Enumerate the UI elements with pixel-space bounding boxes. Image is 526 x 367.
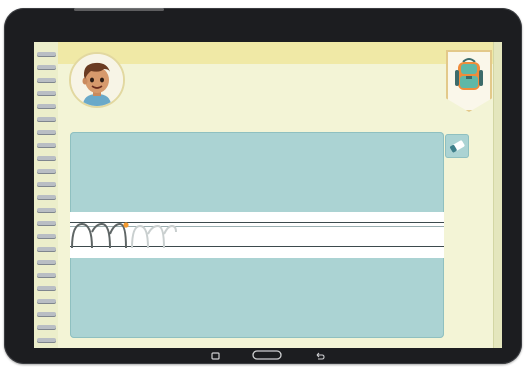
spiral-ring <box>37 221 56 225</box>
eraser-icon <box>449 140 465 153</box>
spiral-ring <box>37 169 56 173</box>
spiral-ring <box>37 234 56 238</box>
spiral-ring <box>37 143 56 147</box>
spiral-ring <box>37 247 56 251</box>
ghost-letter <box>163 224 177 235</box>
spiral-ring <box>37 65 56 69</box>
spiral-ring <box>37 104 56 108</box>
spiral-ring <box>37 195 56 199</box>
spiral-ring <box>37 338 56 342</box>
spiral-ring <box>37 312 56 316</box>
spiral-ring <box>37 273 56 277</box>
spiral-ring <box>37 325 56 329</box>
spiral-ring <box>37 260 56 264</box>
spiral-ring <box>37 182 56 186</box>
spiral-ring <box>37 52 56 56</box>
traced-letter <box>71 222 111 249</box>
spiral-ring <box>37 208 56 212</box>
back-icon[interactable] <box>315 351 325 361</box>
writing-line[interactable] <box>70 212 444 258</box>
start-dot <box>123 222 129 228</box>
spiral-binding <box>34 42 58 348</box>
app-screen <box>34 42 502 348</box>
ghost-letter <box>131 224 165 249</box>
writing-panel <box>70 132 444 338</box>
spiral-ring <box>37 78 56 82</box>
eraser-button[interactable] <box>445 134 469 158</box>
backpack-badge[interactable] <box>446 50 492 112</box>
boy-avatar-icon <box>71 54 123 106</box>
spiral-ring <box>37 299 56 303</box>
tracing-letters <box>71 222 177 249</box>
recent-apps-icon[interactable] <box>211 351 220 361</box>
spiral-ring <box>37 91 56 95</box>
traced-letter <box>109 222 127 249</box>
spiral-ring <box>37 130 56 134</box>
backpack-icon <box>455 58 483 90</box>
spiral-ring <box>37 156 56 160</box>
spiral-ring <box>37 286 56 290</box>
home-button[interactable] <box>252 350 282 360</box>
spiral-ring <box>37 117 56 121</box>
boy-avatar[interactable] <box>69 52 125 108</box>
page-edge <box>493 42 502 348</box>
tablet-frame <box>4 8 522 364</box>
